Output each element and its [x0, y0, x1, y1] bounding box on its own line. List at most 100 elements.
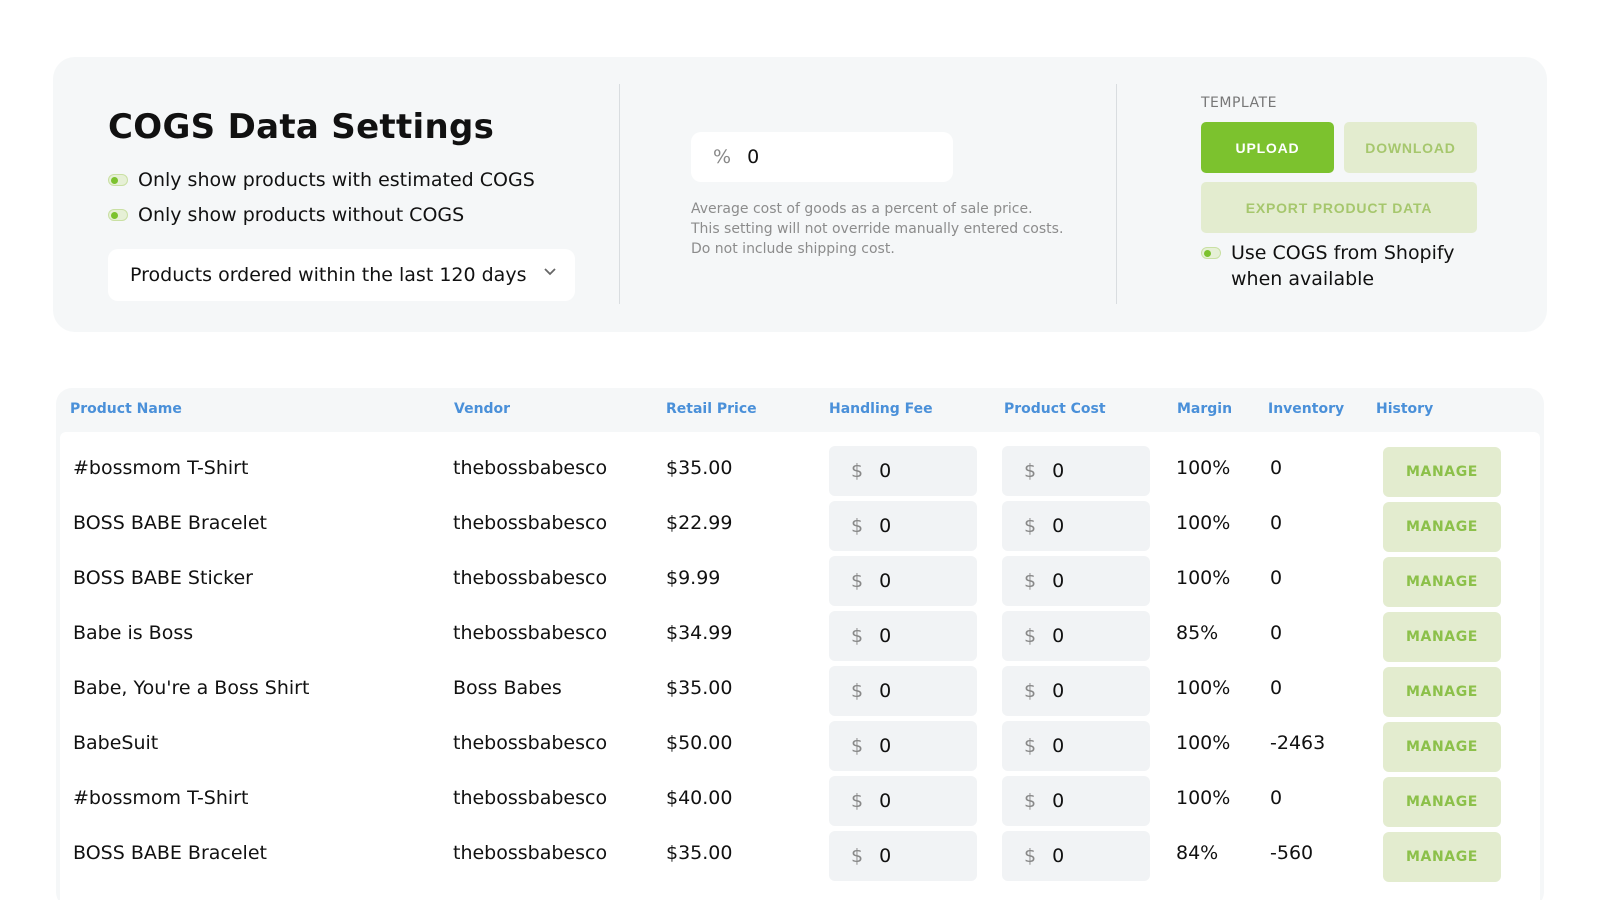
manage-history-button[interactable]: MANAGE [1383, 832, 1501, 882]
handling-fee-input[interactable]: $0 [829, 501, 977, 551]
column-header-product-cost[interactable]: Product Cost [1004, 401, 1106, 417]
retail-price: $9.99 [666, 566, 721, 589]
product-name[interactable]: BOSS BABE Bracelet [73, 825, 267, 880]
inventory: -2463 [1270, 731, 1326, 754]
vendor: thebossbabesco [453, 566, 608, 589]
product-cost-input[interactable]: $0 [1002, 666, 1150, 716]
help-line: Average cost of goods as a percent of sa… [691, 201, 1033, 217]
dollar-icon: $ [1024, 460, 1037, 482]
handling-fee-input[interactable]: $0 [829, 721, 977, 771]
handling-fee-input[interactable]: $0 [829, 556, 977, 606]
retail-price: $50.00 [666, 731, 733, 754]
handling-fee-input[interactable]: $0 [829, 611, 977, 661]
table-row: BOSS BABE Bracelet thebossbabesco $35.00 $0… [60, 825, 1540, 882]
column-header-retail-price[interactable]: Retail Price [666, 401, 757, 417]
dollar-icon: $ [851, 790, 864, 812]
column-header-handling-fee[interactable]: Handling Fee [829, 401, 933, 417]
handling-fee-value: 0 [879, 790, 892, 812]
manage-history-button[interactable]: MANAGE [1383, 667, 1501, 717]
cogs-settings-panel: COGS Data Settings Only show products wi… [53, 57, 1547, 332]
column-header-inventory[interactable]: Inventory [1268, 401, 1344, 417]
product-cost-value: 0 [1052, 625, 1065, 647]
toggle-without-cogs[interactable]: Only show products without COGS [108, 204, 464, 226]
divider [619, 84, 620, 304]
product-name[interactable]: BOSS BABE Bracelet [73, 495, 267, 550]
handling-fee-input[interactable]: $0 [829, 776, 977, 826]
table-row: #bossmom T-Shirt thebossbabesco $40.00 $0 $0… [60, 770, 1540, 827]
table-body: #bossmom T-Shirt thebossbabesco $35.00 $0 $0… [60, 432, 1540, 900]
product-name[interactable]: #bossmom T-Shirt [73, 770, 248, 825]
handling-fee-input[interactable]: $0 [829, 666, 977, 716]
retail-price: $40.00 [666, 786, 733, 809]
dollar-icon: $ [1024, 680, 1037, 702]
dollar-icon: $ [851, 570, 864, 592]
table-row: #bossmom T-Shirt thebossbabesco $35.00 $0 $0… [60, 440, 1540, 497]
dollar-icon: $ [1024, 845, 1037, 867]
products-table: Product Name Vendor Retail Price Handlin… [56, 388, 1544, 900]
manage-history-button[interactable]: MANAGE [1383, 447, 1501, 497]
handling-fee-value: 0 [879, 680, 892, 702]
download-button[interactable]: DOWNLOAD [1344, 122, 1477, 173]
date-filter-value: Products ordered within the last 120 day… [130, 264, 527, 286]
toggle-shopify-cogs[interactable]: Use COGS from Shopify when available [1201, 240, 1481, 292]
column-header-vendor[interactable]: Vendor [454, 401, 510, 417]
product-name[interactable]: #bossmom T-Shirt [73, 440, 248, 495]
export-product-data-button[interactable]: EXPORT PRODUCT DATA [1201, 182, 1477, 233]
product-name[interactable]: Babe, You're a Boss Shirt [73, 660, 309, 715]
product-name[interactable]: BabeSuit [73, 715, 158, 770]
margin: 100% [1176, 676, 1231, 699]
table-row: Babe, You're a Boss Shirt Boss Babes $35.0… [60, 660, 1540, 717]
table-row: BOSS BABE Bracelet thebossbabesco $22.99 $0… [60, 495, 1540, 552]
product-cost-input[interactable]: $0 [1002, 501, 1150, 551]
upload-button[interactable]: UPLOAD [1201, 122, 1334, 173]
product-cost-input[interactable]: $0 [1002, 556, 1150, 606]
table-row: BOSS BABE Sticker thebossbabesco $9.99 $0 $0… [60, 550, 1540, 607]
vendor: thebossbabesco [453, 456, 608, 479]
margin: 100% [1176, 731, 1231, 754]
product-cost-input[interactable]: $0 [1002, 446, 1150, 496]
template-label: TEMPLATE [1201, 95, 1277, 111]
dollar-icon: $ [851, 845, 864, 867]
product-cost-value: 0 [1052, 515, 1065, 537]
vendor: thebossbabesco [453, 841, 608, 864]
toggle-switch-icon[interactable] [108, 174, 128, 186]
product-cost-input[interactable]: $0 [1002, 721, 1150, 771]
toggle-switch-icon[interactable] [1201, 247, 1221, 259]
manage-history-button[interactable]: MANAGE [1383, 557, 1501, 607]
product-cost-value: 0 [1052, 680, 1065, 702]
product-name[interactable]: BOSS BABE Sticker [73, 550, 253, 605]
retail-price: $34.99 [666, 621, 733, 644]
column-header-product-name[interactable]: Product Name [70, 401, 182, 417]
handling-fee-value: 0 [879, 845, 892, 867]
column-header-history[interactable]: History [1376, 401, 1433, 417]
handling-fee-value: 0 [879, 625, 892, 647]
manage-history-button[interactable]: MANAGE [1383, 722, 1501, 772]
product-cost-input[interactable]: $0 [1002, 831, 1150, 881]
help-line: Do not include shipping cost. [691, 241, 895, 257]
product-cost-value: 0 [1052, 570, 1065, 592]
manage-history-button[interactable]: MANAGE [1383, 777, 1501, 827]
product-cost-input[interactable]: $0 [1002, 776, 1150, 826]
vendor: thebossbabesco [453, 731, 608, 754]
retail-price: $35.00 [666, 676, 733, 699]
column-header-margin[interactable]: Margin [1177, 401, 1232, 417]
page-title: COGS Data Settings [108, 107, 495, 147]
manage-history-button[interactable]: MANAGE [1383, 612, 1501, 662]
handling-fee-input[interactable]: $0 [829, 831, 977, 881]
date-filter-select[interactable]: Products ordered within the last 120 day… [108, 249, 575, 301]
toggle-switch-icon[interactable] [108, 209, 128, 221]
manage-history-button[interactable]: MANAGE [1383, 502, 1501, 552]
margin: 100% [1176, 566, 1231, 589]
inventory: 0 [1270, 786, 1283, 809]
margin: 100% [1176, 786, 1231, 809]
dollar-icon: $ [851, 460, 864, 482]
table-row: Babe is Boss thebossbabesco $34.99 $0 $0 85% 0… [60, 605, 1540, 662]
dollar-icon: $ [1024, 735, 1037, 757]
product-cost-input[interactable]: $0 [1002, 611, 1150, 661]
toggle-estimated-cogs[interactable]: Only show products with estimated COGS [108, 169, 535, 191]
handling-fee-input[interactable]: $0 [829, 446, 977, 496]
product-name[interactable]: Babe is Boss [73, 605, 193, 660]
retail-price: $35.00 [666, 841, 733, 864]
cogs-percent-input[interactable]: % 0 [691, 132, 953, 182]
vendor: thebossbabesco [453, 511, 608, 534]
